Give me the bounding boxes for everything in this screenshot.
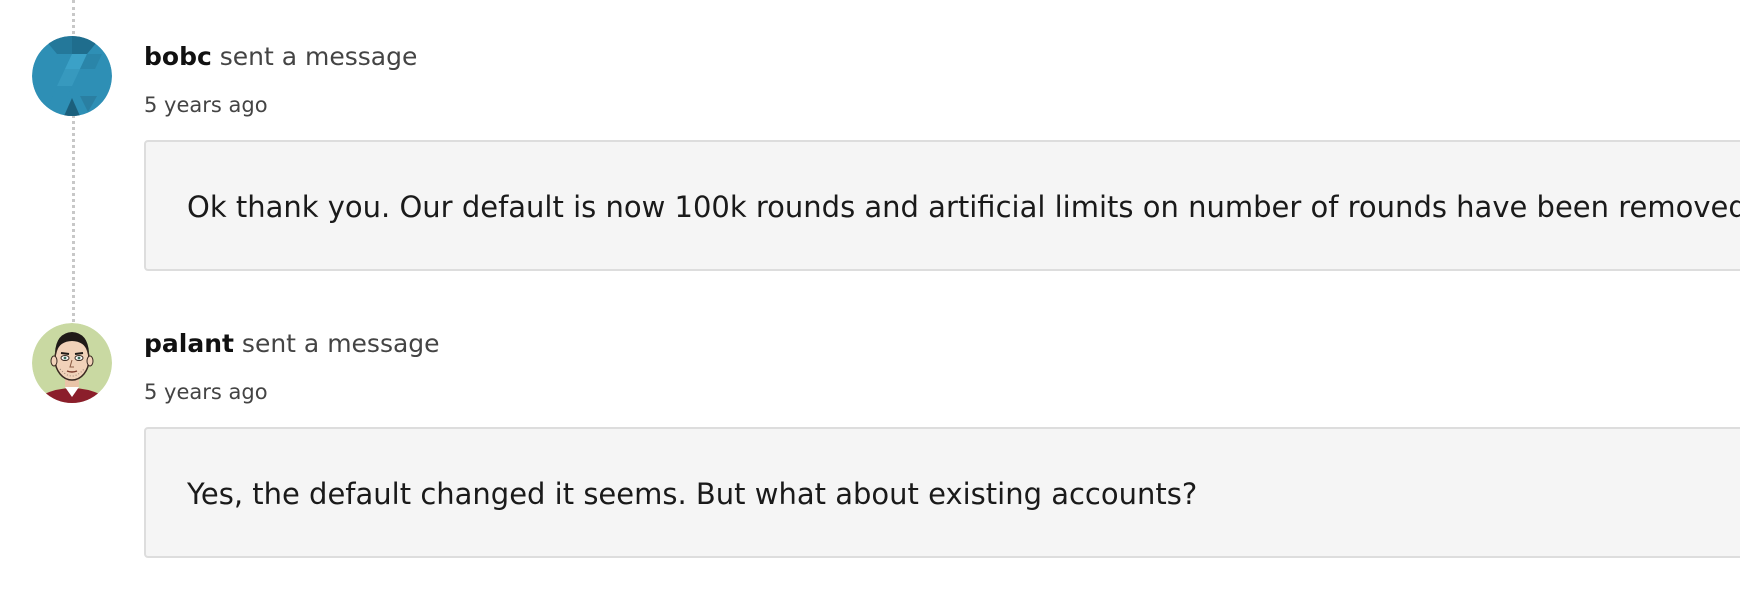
timestamp[interactable]: 5 years ago: [144, 92, 268, 118]
message-text: Ok thank you. Our default is now 100k ro…: [187, 190, 1740, 224]
geometric-avatar-icon: [32, 36, 112, 116]
avatar[interactable]: [32, 36, 112, 116]
author-name[interactable]: palant: [144, 329, 234, 358]
avatar[interactable]: [32, 323, 112, 403]
message-box: Ok thank you. Our default is now 100k ro…: [144, 140, 1740, 271]
message-box: Yes, the default changed it seems. But w…: [144, 427, 1740, 558]
action-text: sent a message: [241, 329, 440, 358]
timestamp[interactable]: 5 years ago: [144, 379, 268, 405]
message-text: Yes, the default changed it seems. But w…: [187, 477, 1198, 511]
message-header: palant sent a message: [144, 329, 440, 359]
author-name[interactable]: bobc: [144, 42, 212, 71]
action-text: sent a message: [219, 42, 418, 71]
cartoon-face-avatar-icon: [32, 323, 112, 403]
message-header: bobc sent a message: [144, 42, 417, 72]
